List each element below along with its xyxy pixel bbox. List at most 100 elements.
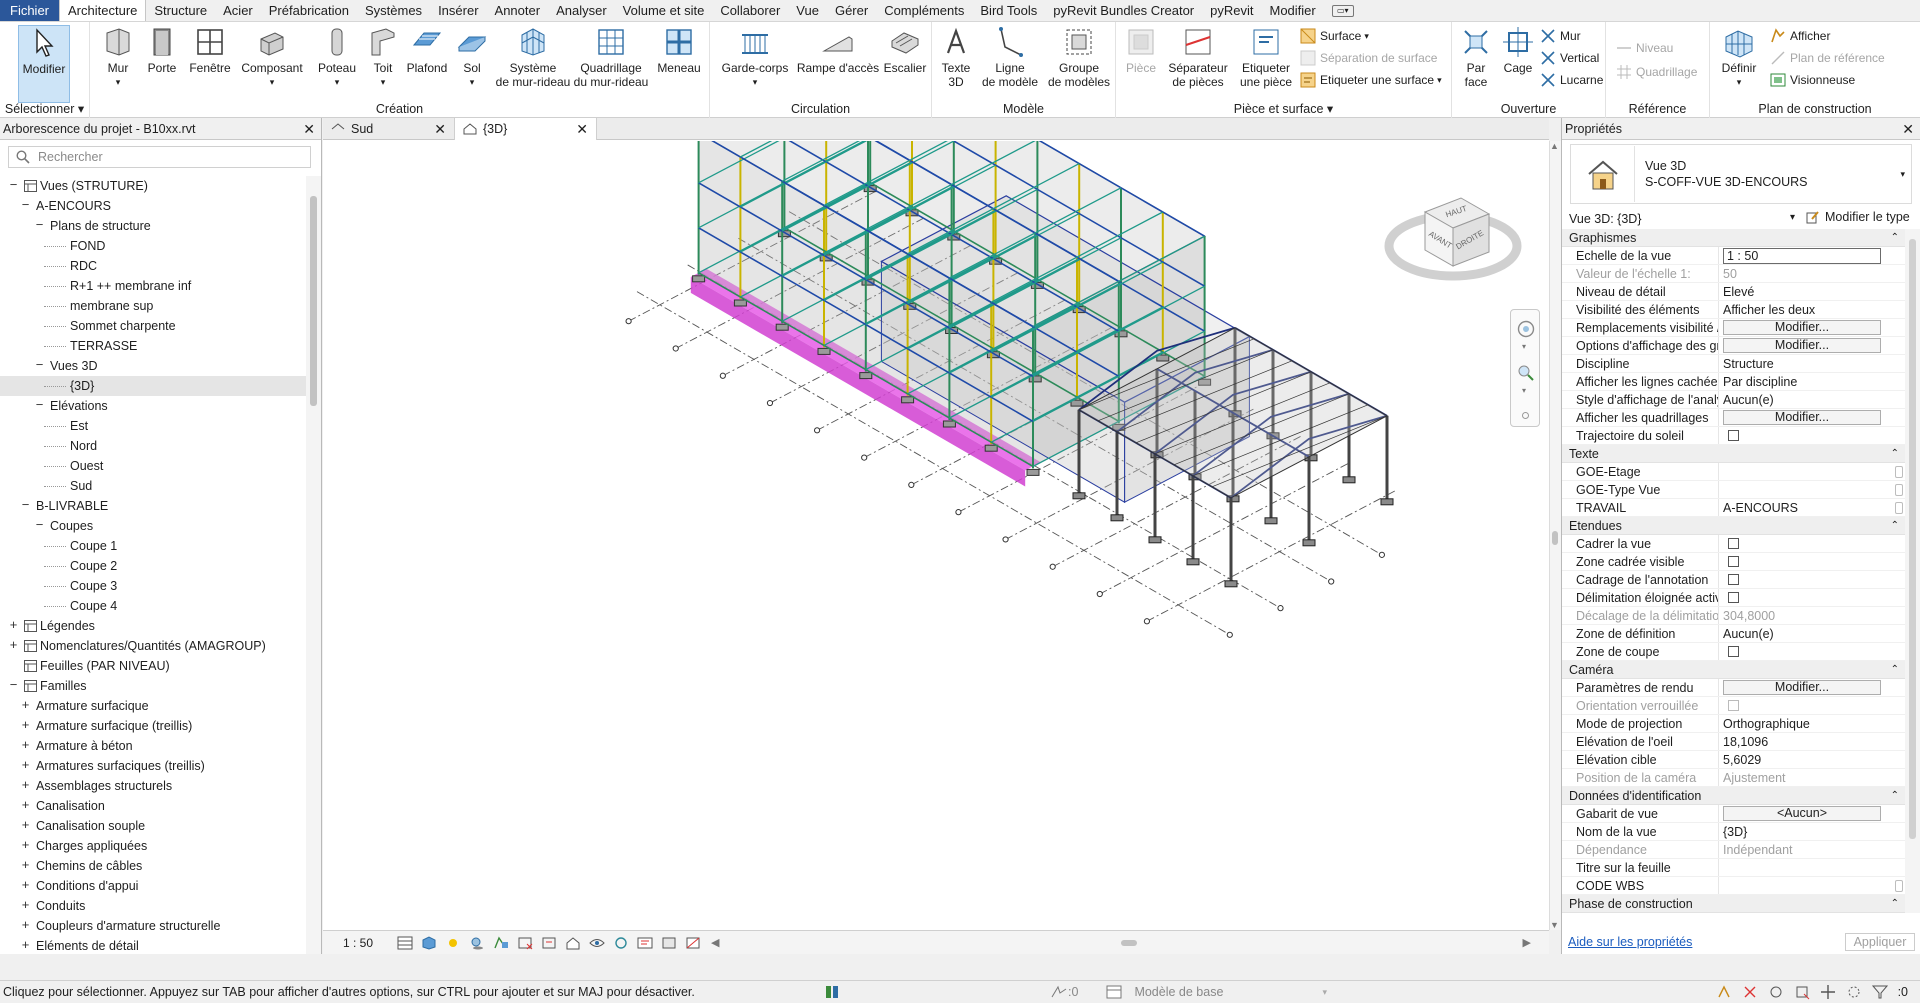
- grid-bubble[interactable]: [1049, 563, 1056, 570]
- reveal-hidden-icon[interactable]: [613, 936, 629, 950]
- property-section[interactable]: Données d'identification ⌃: [1562, 787, 1905, 805]
- property-value[interactable]: [1718, 427, 1905, 444]
- type-selector[interactable]: Vue 3D S-COFF-VUE 3D-ENCOURS ▾: [1570, 144, 1912, 204]
- model-text-button[interactable]: Texte 3D: [936, 25, 976, 89]
- steel-base[interactable]: [1148, 536, 1162, 544]
- expand-icon[interactable]: +: [8, 618, 19, 631]
- property-input[interactable]: 1 : 50: [1723, 248, 1881, 264]
- select-pinned-icon[interactable]: [1768, 984, 1784, 1000]
- select-underlay-icon[interactable]: [1742, 984, 1758, 1000]
- column-footing[interactable]: [859, 372, 873, 380]
- grid-bubble[interactable]: [1328, 578, 1335, 585]
- grid-button[interactable]: Quadrillage: [1616, 62, 1697, 82]
- constraints-icon[interactable]: [685, 936, 701, 950]
- tree-item[interactable]: − B-LIVRABLE: [0, 496, 306, 516]
- properties-scrollbar[interactable]: [1905, 229, 1920, 913]
- expand-icon[interactable]: +: [20, 758, 31, 771]
- grid-bubble[interactable]: [1143, 618, 1151, 625]
- property-value[interactable]: 1 : 50: [1718, 247, 1905, 264]
- expand-icon[interactable]: +: [20, 918, 31, 931]
- tree-item[interactable]: Coupe 4: [0, 596, 306, 616]
- area-separation-button[interactable]: Séparation de surface: [1300, 48, 1437, 68]
- tree-item[interactable]: + Charges appliquées: [0, 836, 306, 856]
- collapse-icon[interactable]: −: [8, 678, 19, 691]
- more-icon[interactable]: [1895, 880, 1903, 892]
- property-value[interactable]: [1718, 571, 1905, 588]
- sun-path-icon[interactable]: [445, 936, 461, 950]
- tree-item[interactable]: + Conduits: [0, 896, 306, 916]
- property-value[interactable]: [1718, 877, 1905, 894]
- grid-bubble[interactable]: [1378, 551, 1386, 558]
- viewer-button[interactable]: Visionneuse: [1770, 70, 1855, 90]
- curtain-system-button[interactable]: Système de mur-rideau: [496, 25, 570, 89]
- property-checkbox[interactable]: [1728, 538, 1739, 549]
- view-tab[interactable]: Sud ✕: [323, 118, 455, 140]
- tree-item[interactable]: − Vues (STRUTURE): [0, 176, 306, 196]
- property-section[interactable]: Graphismes ⌃: [1562, 229, 1905, 247]
- more-icon[interactable]: [1895, 502, 1903, 514]
- instance-selector[interactable]: Vue 3D: {3D} ▾ Modifier le type: [1562, 208, 1920, 230]
- property-checkbox[interactable]: [1728, 592, 1739, 603]
- property-value[interactable]: [1718, 643, 1905, 660]
- menu-tab-analyser[interactable]: Analyser: [548, 0, 615, 21]
- close-icon[interactable]: ✕: [1902, 118, 1914, 140]
- view-v-scrollbar[interactable]: ▲ ▼: [1549, 141, 1561, 930]
- grid-bubble[interactable]: [766, 399, 774, 407]
- wall-button[interactable]: Mur ▾: [96, 25, 140, 89]
- menu-tab-fichier[interactable]: Fichier: [0, 0, 60, 21]
- model-group-button[interactable]: Groupe de modèles: [1044, 25, 1114, 89]
- tree-item[interactable]: + Coupleurs d'armature structurelle: [0, 916, 306, 936]
- property-value[interactable]: Structure: [1718, 355, 1905, 372]
- tree-item[interactable]: + Canalisation souple: [0, 816, 306, 836]
- tag-room-button[interactable]: Etiqueter une pièce: [1234, 25, 1298, 89]
- steel-base[interactable]: [1302, 539, 1316, 547]
- property-checkbox[interactable]: [1728, 430, 1739, 441]
- property-value[interactable]: Modifier...: [1718, 679, 1905, 696]
- steel-base[interactable]: [1224, 580, 1238, 588]
- menu-tab-bird-tools[interactable]: Bird Tools: [972, 0, 1045, 21]
- instance-dropdown-icon[interactable]: ▾: [1790, 212, 1795, 223]
- tree-item[interactable]: − Elévations: [0, 396, 306, 416]
- steel-base[interactable]: [1342, 476, 1356, 484]
- tree-item[interactable]: Nord: [0, 436, 306, 456]
- expand-icon[interactable]: +: [20, 798, 31, 811]
- drag-elements-icon[interactable]: [1820, 984, 1836, 1000]
- scroll-left-icon[interactable]: ◀: [711, 936, 719, 949]
- worksets-icon[interactable]: [824, 984, 840, 1000]
- tree-item[interactable]: Coupe 1: [0, 536, 306, 556]
- column-footing[interactable]: [775, 323, 789, 331]
- property-value[interactable]: Orthographique: [1718, 715, 1905, 732]
- tree-item[interactable]: + Armature à béton: [0, 736, 306, 756]
- property-checkbox[interactable]: [1728, 556, 1739, 567]
- property-value[interactable]: Aucun(e): [1718, 391, 1905, 408]
- expand-icon[interactable]: +: [20, 698, 31, 711]
- menu-tab-collaborer[interactable]: Collaborer: [712, 0, 788, 21]
- property-value[interactable]: Afficher les deux: [1718, 301, 1905, 318]
- menu-tab-g-rer[interactable]: Gérer: [827, 0, 876, 21]
- property-checkbox[interactable]: [1728, 574, 1739, 585]
- vertical-opening-button[interactable]: Vertical: [1540, 48, 1599, 68]
- tree-item[interactable]: {3D}: [0, 376, 306, 396]
- property-value[interactable]: A-ENCOURS: [1718, 499, 1905, 516]
- property-value[interactable]: [1718, 481, 1905, 498]
- property-section[interactable]: Texte ⌃: [1562, 445, 1905, 463]
- column-footing[interactable]: [901, 396, 915, 404]
- expand-icon[interactable]: +: [20, 738, 31, 751]
- tree-item[interactable]: + Canalisation: [0, 796, 306, 816]
- property-value[interactable]: [1718, 553, 1905, 570]
- expand-icon[interactable]: +: [20, 878, 31, 891]
- tree-item[interactable]: + Conditions d'appui: [0, 876, 306, 896]
- design-options-icon[interactable]: [1106, 985, 1122, 999]
- grid-bubble[interactable]: [908, 481, 915, 488]
- close-icon[interactable]: ✕: [303, 118, 315, 140]
- detail-level-icon[interactable]: [397, 936, 413, 950]
- collapse-icon[interactable]: −: [34, 358, 45, 371]
- collapse-icon[interactable]: ⌃: [1891, 517, 1899, 535]
- steel-base[interactable]: [1072, 492, 1086, 500]
- by-face-button[interactable]: Par face: [1456, 25, 1496, 89]
- grid-bubble[interactable]: [672, 345, 679, 352]
- analytical-model-icon[interactable]: [661, 936, 677, 950]
- tree-item[interactable]: Ouest: [0, 456, 306, 476]
- collapse-icon[interactable]: −: [34, 518, 45, 531]
- properties-help-link[interactable]: Aide sur les propriétés: [1568, 935, 1692, 949]
